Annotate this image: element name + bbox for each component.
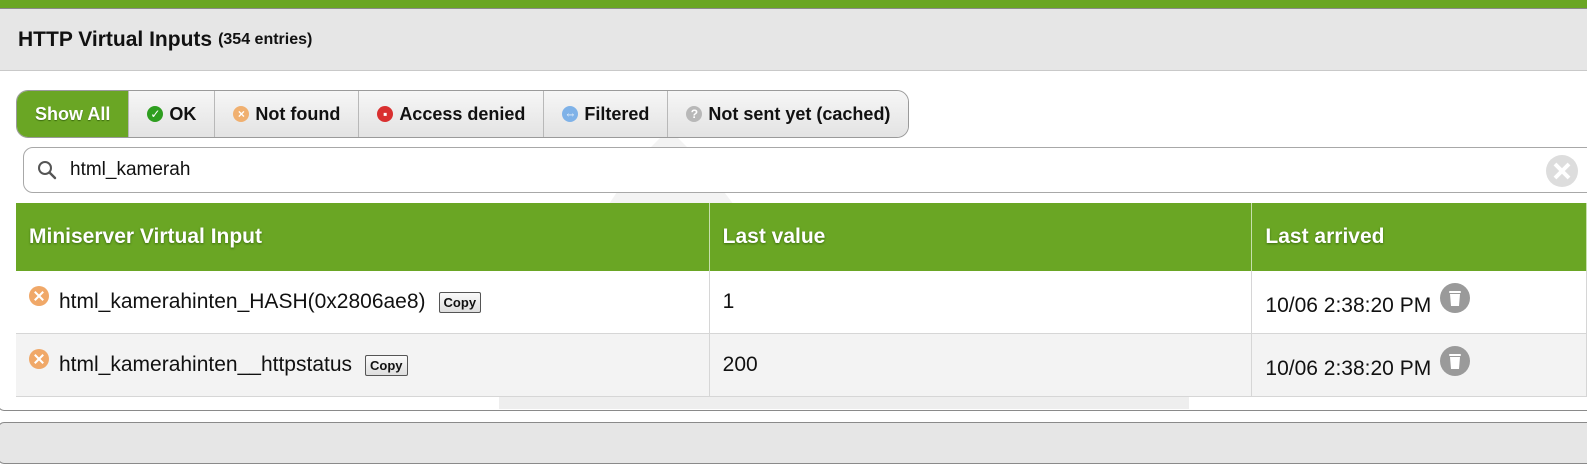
not-found-status-icon	[29, 286, 49, 306]
virtual-input-cell: html_kamerahinten__httpstatus Copy	[16, 333, 710, 397]
filter-show-all[interactable]: Show All	[17, 91, 130, 137]
filter-label: Not found	[255, 103, 341, 124]
filter-filtered[interactable]: ⇔ Filtered	[544, 91, 669, 137]
trash-icon[interactable]	[1439, 282, 1471, 314]
last-arrived-time: 10/06 2:38:20 PM	[1265, 294, 1432, 317]
copy-button[interactable]: Copy	[438, 291, 482, 313]
clear-search-icon[interactable]	[1545, 154, 1579, 188]
virtual-input-cell: html_kamerahinten_HASH(0x2806ae8) Copy	[16, 271, 710, 334]
filter-label: Not sent yet (cached)	[708, 103, 891, 124]
last-arrived-time: 10/06 2:38:20 PM	[1265, 357, 1432, 380]
entry-count: (354 entries)	[218, 30, 313, 48]
table-row: html_kamerahinten_HASH(0x2806ae8) Copy 1…	[16, 271, 1587, 334]
filter-not-found[interactable]: × Not found	[215, 91, 360, 137]
virtual-inputs-table: Miniserver Virtual Input Last value Last…	[16, 203, 1587, 397]
filter-icon: ⇔	[562, 106, 579, 122]
column-header-last-arrived[interactable]: Last arrived	[1251, 203, 1587, 271]
search-box	[23, 147, 1587, 193]
filter-label: Show All	[35, 103, 111, 124]
table-header-row: Miniserver Virtual Input Last value Last…	[16, 203, 1587, 271]
trash-icon[interactable]	[1439, 345, 1471, 377]
filter-label: Filtered	[584, 103, 650, 124]
panel-header: HTTP Virtual Inputs (354 entries)	[0, 9, 1587, 71]
virtual-input-name: html_kamerahinten__httpstatus	[59, 353, 353, 376]
filter-ok[interactable]: ✓ OK	[129, 91, 216, 137]
last-arrived-cell: 10/06 2:38:20 PM	[1251, 333, 1587, 397]
copy-button[interactable]: Copy	[365, 354, 408, 376]
question-circle-icon: ?	[686, 106, 703, 122]
filter-label: OK	[169, 103, 197, 124]
x-circle-icon: ×	[233, 106, 250, 122]
check-circle-icon: ✓	[147, 106, 164, 122]
last-arrived-cell: 10/06 2:38:20 PM	[1251, 271, 1587, 334]
filter-label: Access denied	[399, 103, 526, 124]
lock-icon: ▪	[377, 106, 394, 122]
top-accent-bar	[0, 0, 1587, 8]
table-row: html_kamerahinten__httpstatus Copy 200 1…	[16, 333, 1587, 397]
next-panel-header	[0, 422, 1587, 464]
status-filter-bar: Show All ✓ OK × Not found ▪ Access denie…	[16, 90, 910, 138]
not-found-status-icon	[29, 349, 49, 369]
search-icon	[38, 161, 57, 180]
last-value-cell: 200	[709, 333, 1253, 397]
column-header-last-value[interactable]: Last value	[709, 203, 1253, 271]
virtual-input-name: html_kamerahinten_HASH(0x2806ae8)	[59, 290, 426, 313]
filter-access-denied[interactable]: ▪ Access denied	[359, 91, 545, 137]
column-header-virtual-input[interactable]: Miniserver Virtual Input	[16, 203, 710, 271]
last-value-cell: 1	[709, 271, 1253, 334]
page-title: HTTP Virtual Inputs	[18, 27, 213, 51]
filter-not-sent-yet[interactable]: ? Not sent yet (cached)	[668, 91, 909, 137]
search-input[interactable]	[68, 158, 1472, 182]
